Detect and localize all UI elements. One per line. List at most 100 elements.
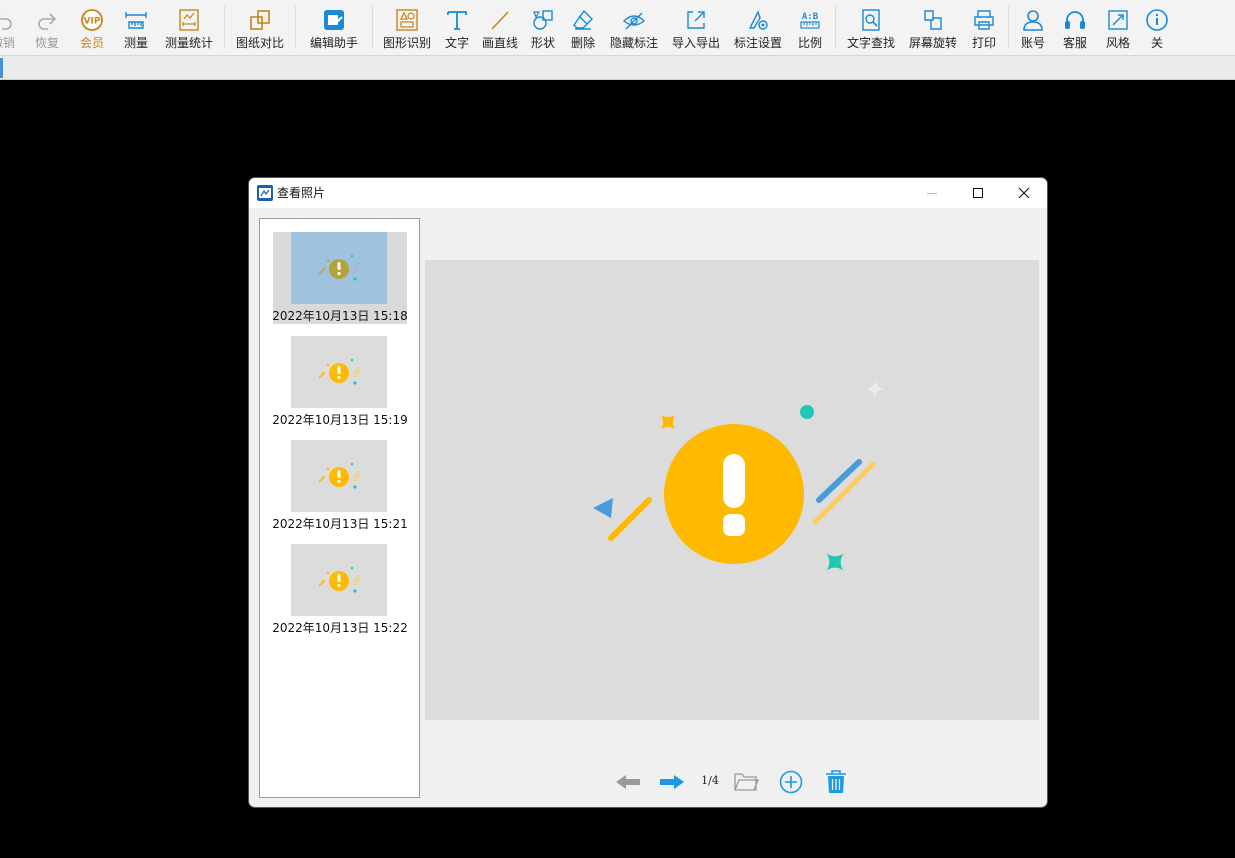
photo-thumbnail-item[interactable]: 2022年10月13日 15:19 [272,336,408,428]
account-icon [1023,10,1043,31]
trash-icon [826,770,846,793]
measure-icon [125,12,147,29]
close-button[interactable] [1001,178,1047,208]
toolbar-separator [224,6,225,49]
toolbar-redo-button[interactable]: 恢复 [24,0,70,55]
import-export-icon [687,11,705,29]
dialog-title: 查看照片 [277,186,326,200]
warning-placeholder-icon [318,566,361,593]
toolbar-label: 导入导出 [671,36,720,50]
compare-icon [250,10,270,30]
toolbar-style-button[interactable]: 风格 [1097,0,1139,55]
minimize-icon [927,193,937,194]
toolbar-measure-stats-button[interactable]: 测量统计 [158,0,220,55]
toolbar-account-button[interactable]: 账号 [1013,0,1053,55]
maximize-button[interactable] [955,178,1001,208]
toolbar-label: 编辑助手 [309,36,358,50]
toolbar-about-button[interactable]: 关 [1139,0,1175,55]
dialog-titlebar[interactable]: 查看照片 [249,178,1047,208]
toolbar-label: 会员 [79,36,104,50]
secondary-toolbar [0,56,1235,80]
photo-thumbnail-caption: 2022年10月13日 15:22 [272,621,408,635]
toolbar-label: 标注设置 [733,36,782,50]
text-icon [447,11,467,30]
toolbar-label: 画直线 [481,36,518,50]
photo-thumbnail-image [291,336,387,408]
toolbar-label: 文字查找 [846,36,895,50]
folder-icon [734,773,759,791]
photo-thumbnail-list[interactable]: 2022年10月13日 15:18 2022年10月13日 15:19 2022… [259,218,420,798]
photo-navigation-bar: 1/4 [249,766,1047,800]
toolbar-label: 屏幕旋转 [908,36,957,50]
toolbar-delete-button[interactable]: 删除 [563,0,603,55]
toolbar-text-button[interactable]: 文字 [437,0,477,55]
toolbar-label: 撤销 [0,36,16,50]
arrow-left-icon [616,775,640,789]
text-search-icon [862,9,880,31]
redo-icon [38,13,57,30]
add-photo-button[interactable] [776,766,806,798]
scale-icon: A:B [800,12,820,29]
toolbar-undo-button[interactable]: 撤销 [0,0,16,55]
close-icon [1018,187,1030,199]
vip-icon: VIP [81,9,103,31]
toolbar-edit-assistant-button[interactable]: 编辑助手 [300,0,368,55]
toolbar-label: 比例 [797,36,822,50]
toolbar-vip-button[interactable]: VIP 会员 [70,0,114,55]
toolbar-label: 恢复 [34,36,59,50]
active-tab-marker [0,58,3,78]
toolbar-label: 测量 [123,36,148,50]
print-icon [974,10,994,30]
toolbar-shape-recognition-button[interactable]: 图形识别 [377,0,437,55]
toolbar-label: 文字 [444,36,469,50]
next-photo-button[interactable] [657,766,687,798]
previous-photo-button[interactable] [613,766,643,798]
toolbar-shape-button[interactable]: 形状 [523,0,563,55]
delete-photo-button[interactable] [821,766,851,798]
cad-app-icon [257,185,273,201]
maximize-icon [973,188,983,198]
vip-badge-text: VIP [84,17,101,27]
toolbar-customer-service-button[interactable]: 客服 [1053,0,1097,55]
toolbar-separator [835,6,836,49]
toolbar-label: 图形识别 [382,36,431,50]
toolbar-line-button[interactable]: 画直线 [477,0,523,55]
photo-thumbnail-item[interactable]: 2022年10月13日 15:22 [272,544,408,636]
customer-service-icon [1065,11,1085,29]
toolbar-annotation-settings-button[interactable]: 标注设置 [727,0,789,55]
style-icon [1108,10,1128,30]
toolbar-text-search-button[interactable]: 文字查找 [840,0,902,55]
toolbar-label: 隐藏标注 [609,36,658,50]
toolbar-separator [1008,6,1009,49]
toolbar-screen-rotate-button[interactable]: 屏幕旋转 [902,0,964,55]
warning-placeholder-icon [318,462,361,489]
toolbar-separator [295,6,296,49]
photo-thumbnail-item[interactable]: 2022年10月13日 15:21 [272,440,408,532]
photo-thumbnail-item[interactable]: 2022年10月13日 15:18 [272,232,408,324]
toolbar-print-button[interactable]: 打印 [964,0,1004,55]
toolbar-hide-annotation-button[interactable]: 隐藏标注 [603,0,665,55]
toolbar-compare-button[interactable]: 图纸对比 [229,0,291,55]
open-folder-button[interactable] [731,766,761,798]
measure-stats-icon [179,9,199,31]
scale-badge-text: A:B [802,12,819,22]
arrow-right-icon [660,775,684,789]
photo-thumbnail-image [291,440,387,512]
photo-preview [425,260,1039,720]
toolbar-label: 删除 [570,36,595,50]
photo-thumbnail-caption: 2022年10月13日 15:19 [272,413,408,427]
view-photos-dialog: 查看照片 2022年10月13日 15:18 2022年10月13日 15:19… [249,178,1047,807]
main-toolbar: 撤销 恢复 VIP 会员 测量 测量统计 图纸对比 编辑助手 图形识别 文字 画… [0,0,1235,56]
warning-placeholder-icon [318,358,361,385]
photo-thumbnail-image [291,232,387,304]
plus-circle-icon [779,770,803,794]
warning-illustration [593,380,884,571]
photo-thumbnail-image [291,544,387,616]
toolbar-scale-button[interactable]: A:B 比例 [789,0,831,55]
minimize-button[interactable] [909,178,955,208]
annotation-settings-icon [748,10,768,30]
toolbar-measure-button[interactable]: 测量 [114,0,158,55]
toolbar-import-export-button[interactable]: 导入导出 [665,0,727,55]
page-indicator: 1/4 [701,774,719,787]
toolbar-label: 图纸对比 [235,36,284,50]
